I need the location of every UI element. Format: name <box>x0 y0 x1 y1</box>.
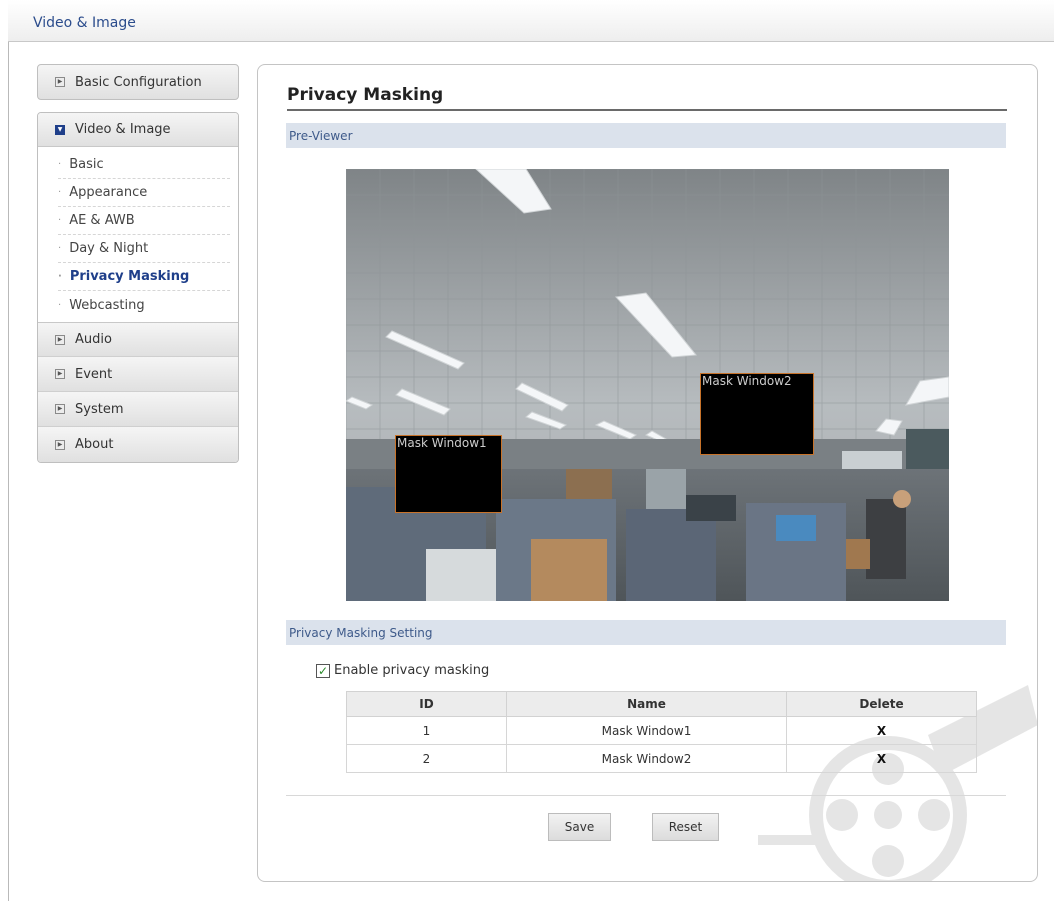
save-button[interactable]: Save <box>548 813 611 841</box>
bullet-icon: · <box>58 299 62 311</box>
sidebar-item-label: Audio <box>75 332 112 347</box>
sidebar-group: ▼ Video & Image · Basic · Appearance · A… <box>37 112 239 463</box>
bullet-icon: · <box>58 215 62 226</box>
sidebar-subitem-label: Webcasting <box>69 297 145 313</box>
preview-section-header: Pre-Viewer <box>286 123 1006 148</box>
delete-mask-button[interactable]: X <box>786 744 977 773</box>
sidebar-subitem-label: Basic <box>69 157 104 172</box>
expand-arrow-icon: ▶ <box>55 369 65 379</box>
sidebar-item-system[interactable]: ▶ System <box>38 392 238 427</box>
expand-arrow-icon: ▶ <box>55 77 65 87</box>
checkmark-icon: ✓ <box>317 663 329 678</box>
top-header: Video & Image <box>8 0 1054 42</box>
sidebar-subitem-privacy-masking[interactable]: · Privacy Masking <box>58 263 230 291</box>
cell-name: Mask Window1 <box>506 716 787 745</box>
collapse-arrow-icon: ▼ <box>55 124 65 135</box>
main-panel: Privacy Masking Pre-Viewer Mask Window1 … <box>257 64 1038 882</box>
bullet-icon: · <box>58 271 62 282</box>
sidebar-subitem-label: Privacy Masking <box>69 269 190 284</box>
bullet-icon: · <box>58 243 62 254</box>
sidebar-item-basic-configuration[interactable]: ▶ Basic Configuration <box>37 64 239 100</box>
bullet-icon: · <box>58 159 62 170</box>
mask-window-label: Mask Window2 <box>702 374 792 388</box>
sidebar-item-label: Basic Configuration <box>75 74 202 90</box>
sidebar-submenu: · Basic · Appearance · AE & AWB · Day & … <box>38 147 238 322</box>
divider <box>286 795 1006 796</box>
sidebar-subitem-label: Appearance <box>69 185 148 200</box>
cell-id: 2 <box>346 744 507 773</box>
cell-id: 1 <box>346 716 507 745</box>
sidebar-item-label: Event <box>75 366 113 382</box>
column-header-name: Name <box>506 691 787 717</box>
column-header-id: ID <box>346 691 507 717</box>
camera-preview[interactable]: Mask Window1 Mask Window2 <box>346 169 949 601</box>
delete-mask-button[interactable]: X <box>786 716 977 745</box>
page-title: Privacy Masking <box>287 85 1007 111</box>
page-header-title: Video & Image <box>33 15 136 31</box>
bullet-icon: · <box>58 187 62 198</box>
sidebar-subitem-label: AE & AWB <box>69 213 135 228</box>
mask-table: ID Name Delete 1 Mask Window1 X 2 Mask W… <box>346 691 977 773</box>
mask-window-1[interactable]: Mask Window1 <box>395 435 502 513</box>
table-row[interactable]: 1 Mask Window1 X <box>346 716 977 745</box>
setting-section-header: Privacy Masking Setting <box>286 620 1006 645</box>
sidebar-item-about[interactable]: ▶ About <box>38 427 238 462</box>
sidebar-item-label: Video & Image <box>75 122 171 137</box>
sidebar-subitem-ae-awb[interactable]: · AE & AWB <box>58 207 230 235</box>
enable-privacy-masking-checkbox[interactable]: ✓ <box>316 663 330 678</box>
sidebar: ▶ Basic Configuration ▼ Video & Image · … <box>37 64 239 463</box>
sidebar-subitem-label: Day & Night <box>69 241 149 256</box>
mask-window-2[interactable]: Mask Window2 <box>700 373 814 455</box>
sidebar-item-video-image[interactable]: ▼ Video & Image <box>38 113 238 147</box>
sidebar-item-label: System <box>75 401 124 417</box>
reset-button[interactable]: Reset <box>652 813 719 841</box>
sidebar-subitem-appearance[interactable]: · Appearance <box>58 179 230 207</box>
table-header-row: ID Name Delete <box>346 691 977 717</box>
sidebar-item-label: About <box>75 437 114 452</box>
enable-privacy-masking-label: Enable privacy masking <box>334 663 490 678</box>
camera-feed-image <box>346 169 949 601</box>
table-row[interactable]: 2 Mask Window2 X <box>346 744 977 773</box>
sidebar-item-audio[interactable]: ▶ Audio <box>38 322 238 357</box>
expand-arrow-icon: ▶ <box>55 439 65 450</box>
cell-name: Mask Window2 <box>506 744 787 773</box>
sidebar-subitem-webcasting[interactable]: · Webcasting <box>58 291 230 319</box>
enable-privacy-masking-row: ✓ Enable privacy masking <box>316 663 489 678</box>
expand-arrow-icon: ▶ <box>55 404 65 414</box>
mask-window-label: Mask Window1 <box>397 436 487 450</box>
sidebar-subitem-basic[interactable]: · Basic <box>58 151 230 179</box>
sidebar-item-event[interactable]: ▶ Event <box>38 357 238 392</box>
expand-arrow-icon: ▶ <box>55 334 65 345</box>
column-header-delete: Delete <box>786 691 977 717</box>
sidebar-subitem-day-night[interactable]: · Day & Night <box>58 235 230 263</box>
